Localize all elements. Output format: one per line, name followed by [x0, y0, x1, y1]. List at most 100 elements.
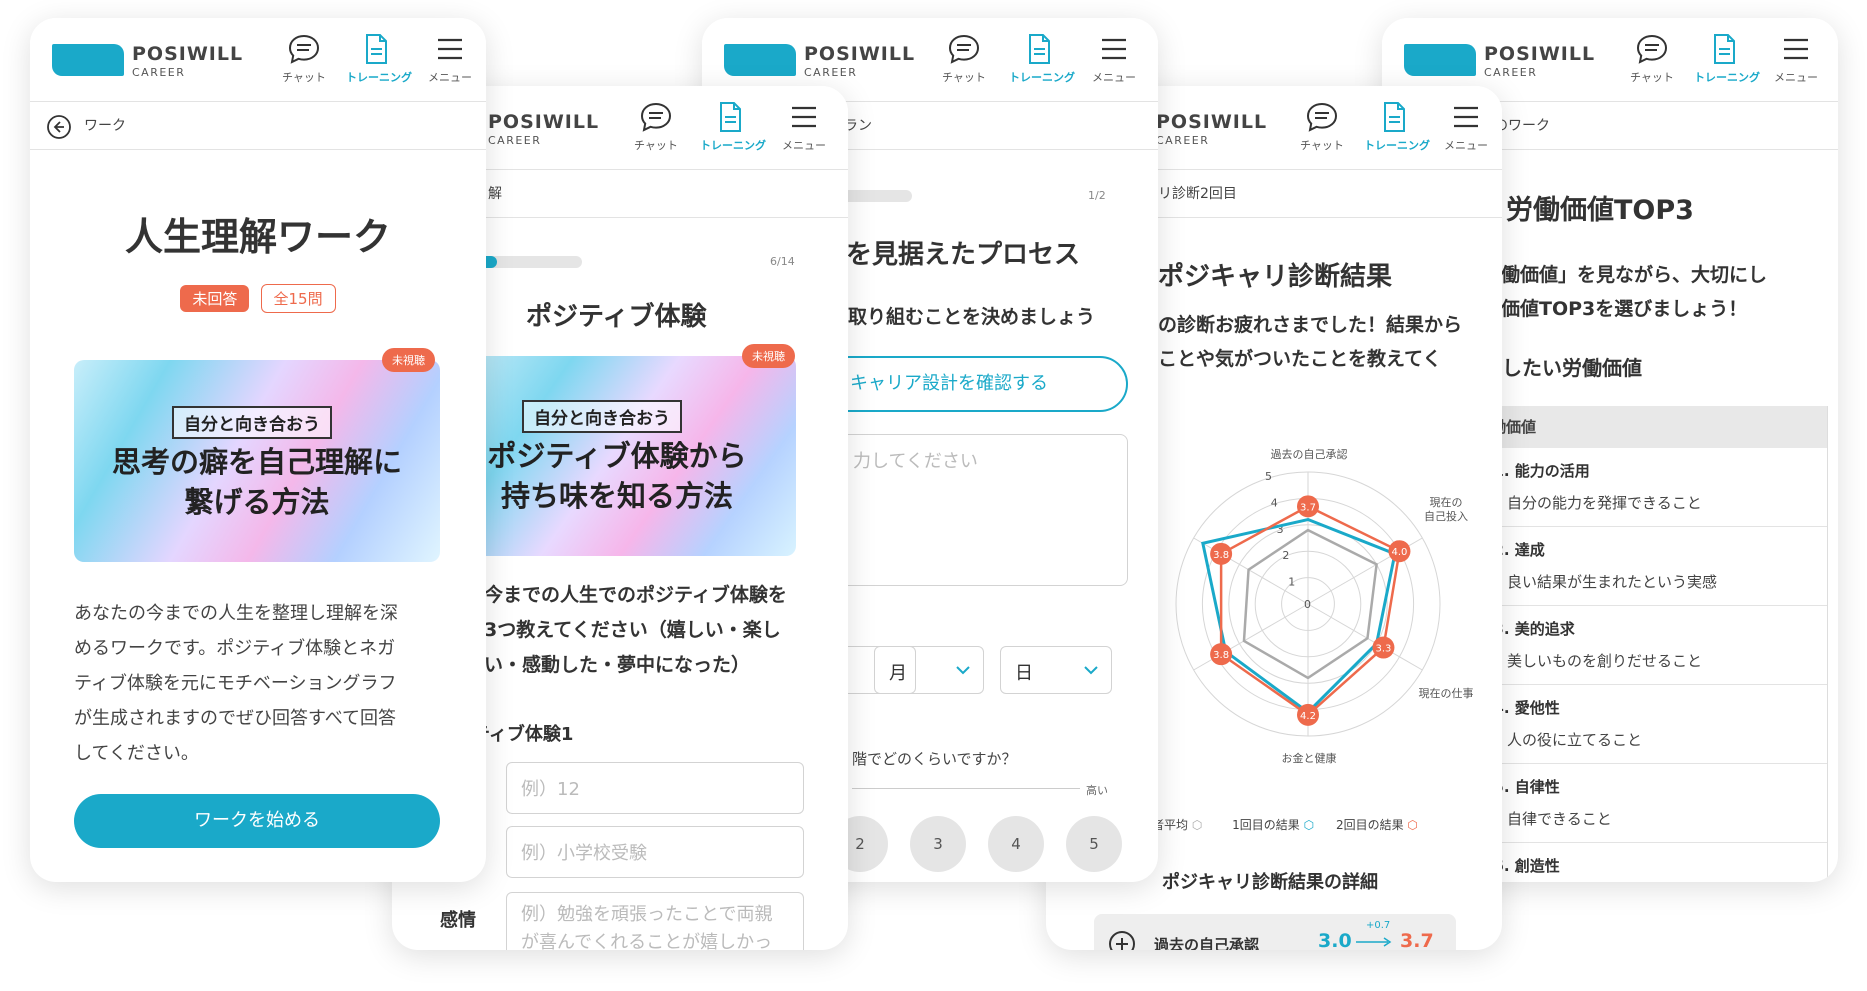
brand-name: POSIWILL: [1156, 111, 1268, 133]
chat-icon: [1636, 34, 1668, 64]
screen-life-work: POSIWILL CAREER チャット トレーニング メニュー ワーク 人生理…: [30, 18, 486, 882]
nav-training[interactable]: トレーニング: [346, 32, 412, 85]
nav-training[interactable]: トレーニング: [1009, 32, 1075, 85]
page-title: 労働価値TOP3: [1506, 195, 1694, 226]
axis-label-bottom: お金と健康: [1282, 751, 1337, 765]
radar-chart: 過去の自己承認 現在の 自己投入 現在の仕事 お金と健康 1234503.74.…: [1175, 447, 1474, 765]
detail-delta: +0.7: [1366, 920, 1391, 931]
logo-icon[interactable]: [1404, 44, 1476, 76]
question-count-tag: 全15問: [260, 284, 336, 313]
menu-icon: [1102, 38, 1126, 60]
nav-chat[interactable]: チャット: [934, 32, 994, 85]
question-text: 今までの人生でのポジティブ体験を 3つ教えてください（嬉しい・楽し い・感動した・夢…: [484, 584, 787, 676]
value-item[interactable]: 03. 美的追求 美しいものを創りだせること: [1463, 606, 1827, 685]
axis-label-right-bottom: 現在の仕事: [1419, 687, 1474, 700]
plus-circle-icon: [1109, 931, 1135, 950]
scale-line: [852, 788, 1080, 789]
logo-icon[interactable]: [52, 44, 124, 76]
detail-row[interactable]: 過去の自己承認 3.0 +0.7 3.7: [1094, 914, 1456, 950]
scale-option[interactable]: 5: [1066, 816, 1122, 872]
chat-icon: [288, 34, 320, 64]
menu-icon: [792, 106, 816, 128]
nav-menu[interactable]: メニュー: [420, 32, 480, 85]
back-bar[interactable]: ワーク: [30, 102, 486, 150]
day-select[interactable]: 日: [1000, 646, 1112, 694]
page-title: 人生理解ワーク: [124, 215, 391, 259]
check-career-design-button[interactable]: キャリア設計を確認する: [812, 356, 1128, 412]
page-title: ポジキャリ診断結果: [1158, 262, 1393, 292]
value-item[interactable]: 04. 愛他性 人の役に立てること: [1463, 685, 1827, 764]
chevron-down-icon: [956, 666, 970, 675]
brand-sub: CAREER: [132, 66, 186, 79]
brand-sub: CAREER: [1156, 134, 1210, 147]
document-icon: [1029, 34, 1050, 64]
document-icon: [366, 34, 387, 64]
nav-chat[interactable]: チャット: [274, 32, 334, 85]
app-header: POSIWILL CAREER チャット トレーニング メニュー: [30, 18, 486, 102]
document-icon: [1714, 34, 1735, 64]
video-thumbnail[interactable]: 自分と向き合おう 思考の癖を自己理解に 繋げる方法: [74, 360, 440, 562]
progress-count: 1/2: [1088, 189, 1106, 202]
legend-second: 2回目の結果 ⬡: [1335, 818, 1418, 832]
emotion-input[interactable]: 例）勉強を頑張ったことで両親 が喜んでくれることが嬉しかっ: [506, 892, 804, 950]
nav-chat[interactable]: チャット: [1292, 100, 1352, 153]
instruction-text: 労働価値」を見ながら、大切にし 働価値TOP3を選びましょう！: [1482, 264, 1768, 320]
nav-menu[interactable]: メニュー: [1766, 32, 1826, 85]
brand-name: POSIWILL: [804, 43, 916, 65]
nav-chat[interactable]: チャット: [626, 100, 686, 153]
nav-training[interactable]: トレーニング: [1364, 100, 1430, 153]
tag-row: 未回答 全15問: [30, 284, 486, 313]
legend-average: 者平均 ⬡: [1152, 818, 1203, 832]
thumbnail-title: ポジティブ体験から 持ち味を知る方法: [487, 439, 747, 513]
menu-icon: [438, 38, 462, 60]
value-item[interactable]: 02. 達成 良い結果が生まれたという実感: [1463, 527, 1827, 606]
brand-name: POSIWILL: [1484, 43, 1596, 65]
value-item[interactable]: 01. 能力の活用 自分の能力を発揮できること: [1463, 448, 1827, 527]
value-item-desc: 人の役に立てること: [1507, 731, 1643, 749]
radar-tick-label: 2: [1282, 549, 1289, 562]
radar-value-label: 3.8: [1213, 650, 1229, 661]
month-select[interactable]: 月: [874, 646, 984, 694]
axis-label-right-top-1: 現在の: [1430, 496, 1463, 509]
event-input[interactable]: 例）小学校受験: [506, 826, 804, 878]
document-icon: [720, 102, 741, 132]
menu-icon: [1784, 38, 1808, 60]
value-item[interactable]: 06. 創造性: [1463, 843, 1827, 882]
brand-sub: CAREER: [488, 134, 542, 147]
nav-training[interactable]: トレーニング: [1694, 32, 1760, 85]
value-item[interactable]: 05. 自律性 自律できること: [1463, 764, 1827, 843]
detail-from: 3.0: [1318, 930, 1352, 950]
scale-question: 階でどのくらいですか？: [852, 750, 1017, 768]
nav-menu[interactable]: メニュー: [1436, 100, 1496, 153]
section-title: にしたい労働価値: [1482, 356, 1642, 380]
thumbnail-title: 思考の癖を自己理解に 繋げる方法: [111, 445, 402, 519]
scale-option[interactable]: 3: [910, 816, 966, 872]
free-text-input[interactable]: 力してください: [812, 434, 1128, 586]
radar-value-label: 3.8: [1213, 550, 1229, 561]
axis-label-top: 過去の自己承認: [1271, 447, 1348, 461]
nav-chat[interactable]: チャット: [1622, 32, 1682, 85]
value-item-desc: 良い結果が生まれたという実感: [1507, 573, 1718, 591]
nav-menu[interactable]: メニュー: [774, 100, 834, 153]
start-work-button[interactable]: ワークを始める: [74, 794, 440, 848]
age-input[interactable]: 例）12: [506, 762, 804, 814]
detail-title: ポジキャリ診断結果の詳細: [1162, 872, 1378, 893]
nav-training[interactable]: トレーニング: [700, 100, 766, 153]
brand-sub: CAREER: [1484, 66, 1538, 79]
logo-icon[interactable]: [724, 44, 796, 76]
page-title: ポジティブ体験: [526, 302, 707, 332]
scale-high-label: 高い: [1086, 784, 1108, 797]
video-thumbnail[interactable]: 自分と向き合おう ポジティブ体験から 持ち味を知る方法: [472, 356, 796, 556]
nav-menu[interactable]: メニュー: [1084, 32, 1144, 85]
scale-option[interactable]: 4: [988, 816, 1044, 872]
description-text: あなたの今までの人生を整理し理解を深 めるワークです。ポジティブ体験とネガ ティブ体…: [74, 603, 398, 764]
unwatched-badge: 未視聴: [742, 344, 795, 368]
progress-count: 6/14: [770, 255, 795, 268]
radar-tick-label: 4: [1271, 496, 1278, 509]
unanswered-tag: 未回答: [180, 285, 250, 312]
radar-legend: 者平均 ⬡ 1回目の結果 ⬡ 2回目の結果 ⬡: [1152, 816, 1492, 833]
document-icon: [1384, 102, 1405, 132]
radar-value-label: 3.3: [1375, 644, 1391, 655]
menu-icon: [1454, 106, 1478, 128]
chat-icon: [948, 34, 980, 64]
